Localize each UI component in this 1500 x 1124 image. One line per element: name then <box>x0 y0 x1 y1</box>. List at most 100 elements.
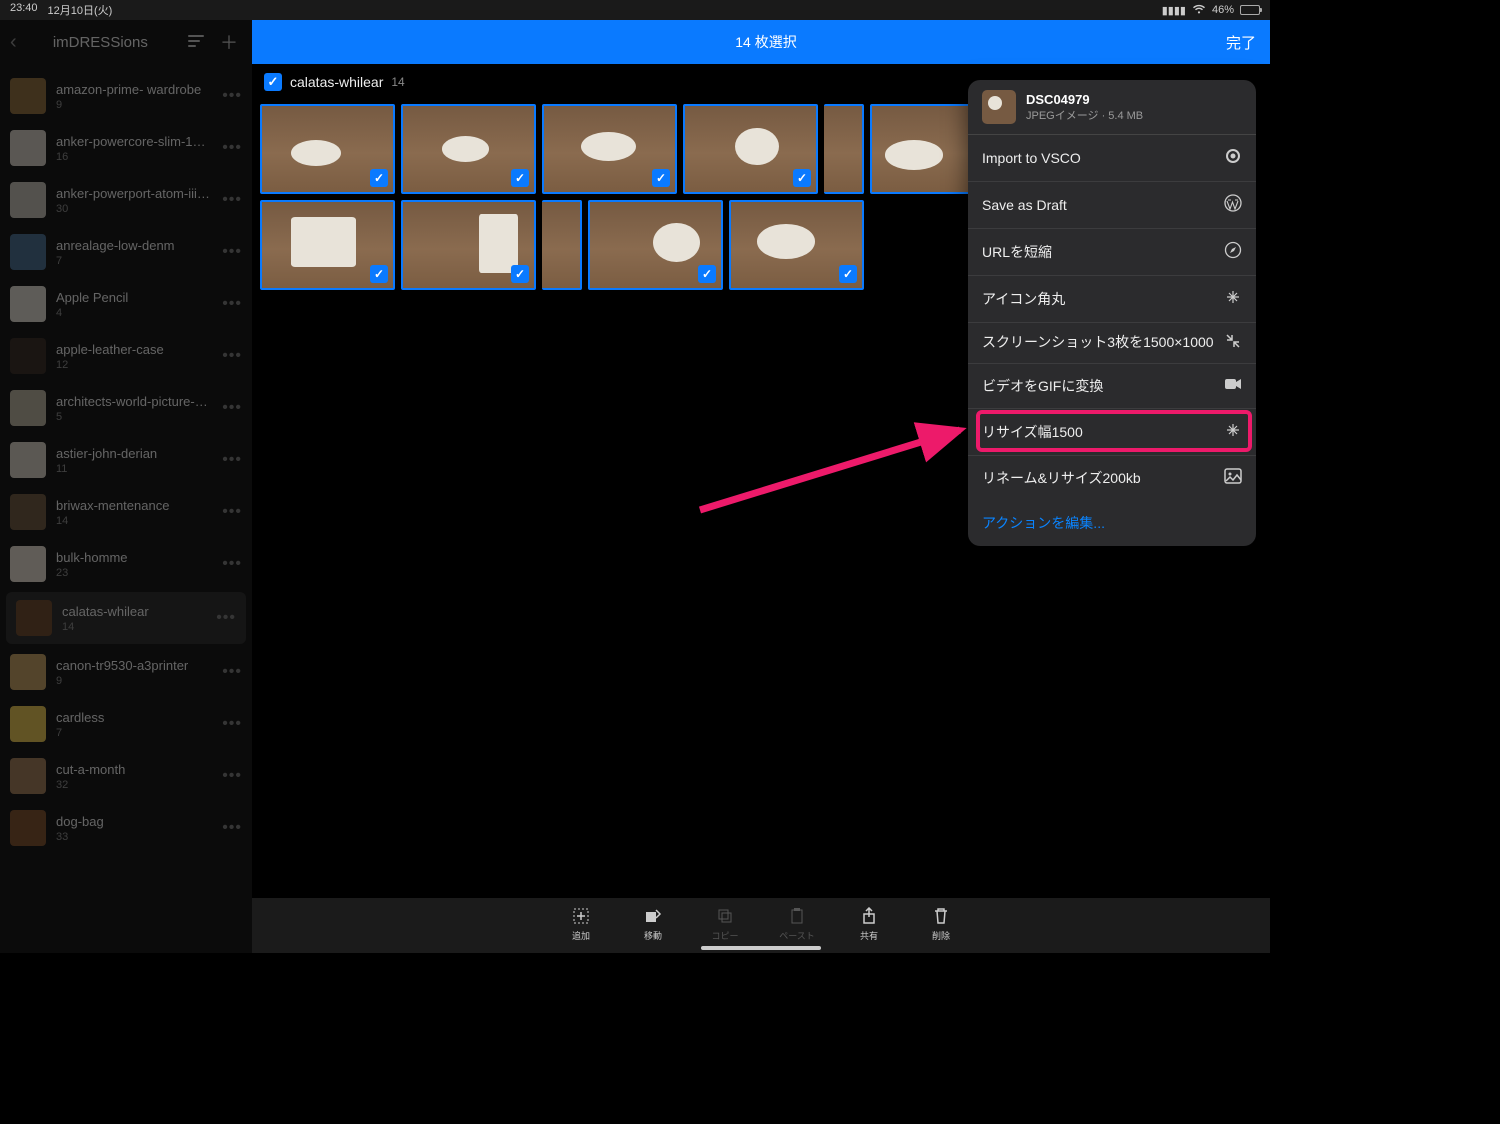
home-indicator[interactable] <box>701 946 821 950</box>
popover-action[interactable]: ビデオをGIFに変換 <box>968 364 1256 409</box>
sidebar-item-count: 9 <box>56 675 212 687</box>
sidebar-item[interactable]: Apple Pencil 4 ••• <box>0 278 252 330</box>
sidebar-item-name: dog-bag <box>56 814 212 829</box>
sparkle-icon <box>1224 288 1242 310</box>
sidebar-item[interactable]: apple-leather-case 12 ••• <box>0 330 252 382</box>
sidebar-item[interactable]: amazon-prime- wardrobe 9 ••• <box>0 70 252 122</box>
toolbar-delete[interactable]: 削除 <box>915 906 967 942</box>
more-icon[interactable]: ••• <box>222 819 242 837</box>
more-icon[interactable]: ••• <box>222 663 242 681</box>
sidebar-thumb <box>10 286 46 322</box>
circle-icon <box>1224 147 1242 169</box>
photo-thumb[interactable]: ✓ <box>401 200 536 290</box>
more-icon[interactable]: ••• <box>222 243 242 261</box>
photo-thumb[interactable]: ✓ <box>588 200 723 290</box>
add-icon <box>572 906 590 926</box>
sidebar-item[interactable]: briwax-mentenance 14 ••• <box>0 486 252 538</box>
photo-thumb[interactable]: ✓ <box>401 104 536 194</box>
toolbar-add[interactable]: 追加 <box>555 906 607 942</box>
popover-action[interactable]: URLを短縮 <box>968 229 1256 276</box>
sidebar-item[interactable]: anker-powerport-atom-iii-s... 30 ••• <box>0 174 252 226</box>
sidebar-item-name: canon-tr9530-a3printer <box>56 658 212 673</box>
photo-thumb[interactable]: ✓ <box>260 200 395 290</box>
photo-thumb[interactable]: ✓ <box>729 200 864 290</box>
sidebar-item[interactable]: dog-bag 33 ••• <box>0 802 252 854</box>
more-icon[interactable]: ••• <box>222 451 242 469</box>
sidebar-item-count: 11 <box>56 463 212 475</box>
more-icon[interactable]: ••• <box>222 139 242 157</box>
sidebar-item[interactable]: bulk-homme 23 ••• <box>0 538 252 590</box>
popover-action[interactable]: Import to VSCO <box>968 135 1256 182</box>
sidebar-item-name: amazon-prime- wardrobe <box>56 82 212 97</box>
done-button[interactable]: 完了 <box>1226 32 1256 53</box>
photo-thumb[interactable]: ✓ <box>542 104 677 194</box>
sidebar-item-name: bulk-homme <box>56 550 212 565</box>
more-icon[interactable]: ••• <box>222 347 242 365</box>
sidebar-item[interactable]: astier-john-derian 11 ••• <box>0 434 252 486</box>
status-date: 12月10日(火) <box>48 2 113 18</box>
sidebar-item[interactable]: anrealage-low-denm 7 ••• <box>0 226 252 278</box>
toolbar-copy: コピー <box>699 906 751 942</box>
photo-thumb[interactable]: ✓ <box>260 104 395 194</box>
sidebar-item-name: astier-john-derian <box>56 446 212 461</box>
sidebar-item-count: 14 <box>62 621 206 633</box>
more-icon[interactable]: ••• <box>222 87 242 105</box>
sidebar-item[interactable]: canon-tr9530-a3printer 9 ••• <box>0 646 252 698</box>
more-icon[interactable]: ••• <box>222 715 242 733</box>
add-button[interactable]: ＋ <box>216 27 242 57</box>
selection-count: 14 枚選択 <box>306 32 1226 52</box>
edit-actions-button[interactable]: アクションを編集... <box>968 500 1256 546</box>
move-icon <box>644 906 662 926</box>
popover-action-label: スクリーンショット3枚を1500×1000 <box>982 334 1214 352</box>
sidebar-item[interactable]: cut-a-month 32 ••• <box>0 750 252 802</box>
sidebar-item[interactable]: cardless 7 ••• <box>0 698 252 750</box>
toolbar-paste: ペースト <box>771 906 823 942</box>
sidebar-item-name: architects-world-picture-bo... <box>56 394 212 409</box>
sidebar-thumb <box>10 390 46 426</box>
more-icon[interactable]: ••• <box>216 609 236 627</box>
more-icon[interactable]: ••• <box>222 555 242 573</box>
album-name: calatas-whilear <box>290 74 383 90</box>
sidebar-thumb <box>10 706 46 742</box>
sidebar-item[interactable]: anker-powercore-slim-1000... 16 ••• <box>0 122 252 174</box>
more-icon[interactable]: ••• <box>222 767 242 785</box>
thumb-checkbox-icon: ✓ <box>839 265 857 283</box>
sidebar-item-count: 4 <box>56 307 212 319</box>
popover-thumb <box>982 90 1016 124</box>
sidebar-item[interactable]: calatas-whilear 14 ••• <box>6 592 246 644</box>
album-count: 14 <box>391 75 404 89</box>
battery-icon <box>1240 5 1260 15</box>
popover-meta: JPEGイメージ · 5.4 MB <box>1026 107 1143 123</box>
more-icon[interactable]: ••• <box>222 503 242 521</box>
back-button[interactable]: ‹ <box>10 31 17 54</box>
battery-percent: 46% <box>1212 4 1234 16</box>
thumb-checkbox-icon: ✓ <box>511 169 529 187</box>
popover-action[interactable]: Save as Draft <box>968 182 1256 229</box>
copy-icon <box>716 906 734 926</box>
sidebar-item-count: 16 <box>56 151 212 163</box>
toolbar-share[interactable]: 共有 <box>843 906 895 942</box>
collapse-icon <box>1224 332 1242 354</box>
popover-action-label: Save as Draft <box>982 197 1067 213</box>
select-all-checkbox[interactable]: ✓ <box>264 73 282 91</box>
more-icon[interactable]: ••• <box>222 295 242 313</box>
popover-action-label: ビデオをGIFに変換 <box>982 376 1103 396</box>
popover-action[interactable]: リネーム&リサイズ200kb <box>968 456 1256 500</box>
sidebar-thumb <box>10 758 46 794</box>
more-icon[interactable]: ••• <box>222 191 242 209</box>
more-icon[interactable]: ••• <box>222 399 242 417</box>
thumb-checkbox-icon: ✓ <box>370 169 388 187</box>
main-header: 14 枚選択 完了 <box>252 20 1270 64</box>
photo-thumb[interactable]: ✓ <box>683 104 818 194</box>
photo-thumb[interactable] <box>542 200 582 290</box>
popover-action[interactable]: スクリーンショット3枚を1500×1000 <box>968 323 1256 364</box>
popover-action[interactable]: アイコン角丸 <box>968 276 1256 323</box>
toolbar-move[interactable]: 移動 <box>627 906 679 942</box>
sidebar-item[interactable]: architects-world-picture-bo... 5 ••• <box>0 382 252 434</box>
photo-thumb[interactable] <box>824 104 864 194</box>
wifi-icon <box>1192 4 1206 17</box>
thumb-checkbox-icon: ✓ <box>652 169 670 187</box>
sort-icon[interactable] <box>184 30 210 55</box>
thumb-checkbox-icon: ✓ <box>698 265 716 283</box>
popover-action[interactable]: リサイズ幅1500 <box>968 409 1256 456</box>
